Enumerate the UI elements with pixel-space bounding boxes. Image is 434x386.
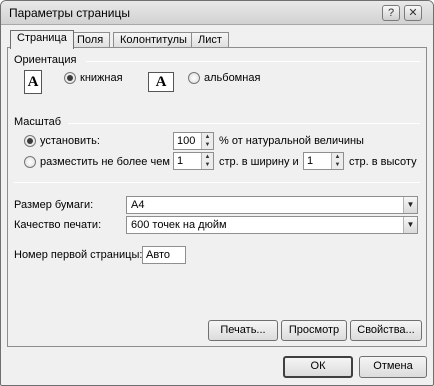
cancel-button[interactable]: Отмена	[359, 356, 427, 378]
first-page-number-value: Авто	[146, 249, 170, 261]
landscape-page-icon: A	[148, 72, 174, 92]
print-preview-button[interactable]: Просмотр	[281, 320, 347, 341]
landscape-label[interactable]: альбомная	[204, 72, 260, 84]
scale-divider	[68, 123, 420, 124]
fit-wide-value: 1	[177, 155, 184, 167]
adjust-to-spin-arrows[interactable]: ▲ ▼	[201, 133, 213, 149]
orientation-divider	[86, 61, 420, 62]
adjust-to-radio[interactable]	[24, 135, 36, 147]
print-quality-value: 600 точек на дюйм	[131, 219, 227, 231]
adjust-to-suffix: % от натуральной величины	[219, 135, 364, 147]
fit-tall-spinner[interactable]: 1 ▲ ▼	[303, 152, 344, 170]
first-page-number-input[interactable]: Авто	[142, 246, 186, 264]
scale-heading: Масштаб	[14, 116, 62, 128]
portrait-page-icon: A	[24, 70, 42, 94]
fit-to-radio[interactable]	[24, 156, 36, 168]
fit-to-label[interactable]: разместить не более чем на:	[40, 156, 188, 168]
fit-tall-value: 1	[307, 155, 314, 167]
spin-down-icon[interactable]: ▼	[202, 161, 213, 169]
tab-header-footer[interactable]: Колонтитулы	[113, 32, 194, 48]
paper-size-select[interactable]: A4 ▼	[126, 196, 418, 214]
section-divider	[14, 182, 420, 183]
tab-panel-page: Ориентация A книжная A альбомная Масштаб…	[7, 47, 427, 347]
spin-down-icon[interactable]: ▼	[202, 141, 213, 149]
spin-up-icon[interactable]: ▲	[332, 153, 343, 161]
title-bar: Параметры страницы ? ✕	[1, 1, 433, 25]
portrait-label[interactable]: книжная	[80, 72, 123, 84]
page-setup-dialog: Параметры страницы ? ✕ Страница Поля Кол…	[0, 0, 434, 386]
orientation-heading: Ориентация	[14, 54, 77, 66]
options-button[interactable]: Свойства...	[350, 320, 422, 341]
print-quality-label: Качество печати:	[14, 219, 102, 231]
portrait-radio[interactable]	[64, 72, 76, 84]
ok-button[interactable]: ОК	[283, 356, 353, 378]
help-button[interactable]: ?	[382, 5, 400, 21]
tab-margins[interactable]: Поля	[70, 32, 111, 48]
spin-up-icon[interactable]: ▲	[202, 133, 213, 141]
paper-size-label: Размер бумаги:	[14, 199, 94, 211]
print-quality-select[interactable]: 600 точек на дюйм ▼	[126, 216, 418, 234]
adjust-to-spinner[interactable]: 100 ▲ ▼	[173, 132, 214, 150]
spin-up-icon[interactable]: ▲	[202, 153, 213, 161]
landscape-radio[interactable]	[188, 72, 200, 84]
tab-sheet[interactable]: Лист	[191, 32, 229, 48]
first-page-number-label: Номер первой страницы:	[14, 249, 143, 261]
tab-page[interactable]: Страница	[10, 30, 74, 49]
close-button[interactable]: ✕	[404, 5, 422, 21]
adjust-to-label[interactable]: установить:	[40, 135, 100, 147]
print-button[interactable]: Печать...	[208, 320, 278, 341]
chevron-down-icon[interactable]: ▼	[403, 197, 417, 213]
fit-wide-spin-arrows[interactable]: ▲ ▼	[201, 153, 213, 169]
fit-tall-suffix: стр. в высоту	[349, 156, 417, 168]
dialog-title: Параметры страницы	[9, 6, 130, 20]
fit-tall-spin-arrows[interactable]: ▲ ▼	[331, 153, 343, 169]
fit-wide-suffix: стр. в ширину и	[219, 156, 299, 168]
spin-down-icon[interactable]: ▼	[332, 161, 343, 169]
paper-size-value: A4	[131, 199, 145, 211]
adjust-to-value: 100	[177, 135, 196, 147]
chevron-down-icon[interactable]: ▼	[403, 217, 417, 233]
fit-wide-spinner[interactable]: 1 ▲ ▼	[173, 152, 214, 170]
